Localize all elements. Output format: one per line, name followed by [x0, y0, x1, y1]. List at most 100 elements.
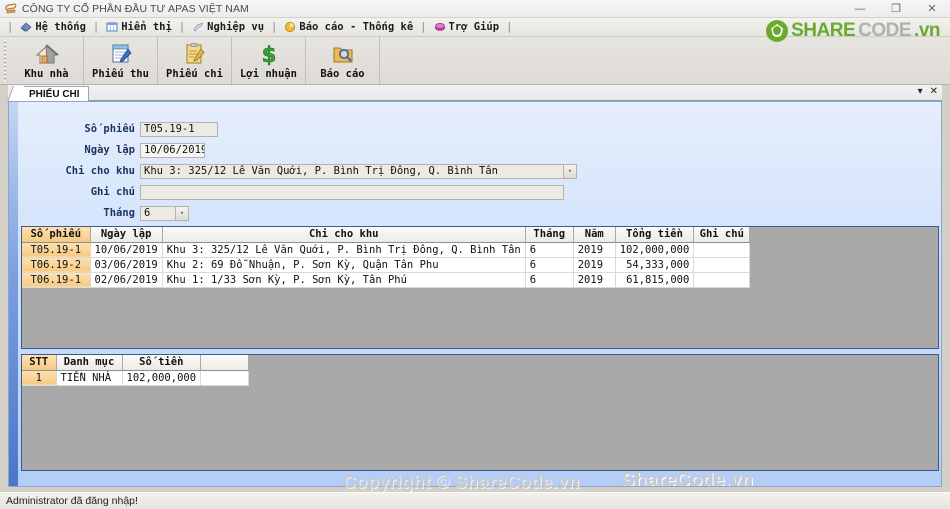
toolbar-grip[interactable] [2, 40, 9, 81]
table-cell[interactable]: 6 [525, 257, 574, 273]
system-icon [20, 21, 32, 33]
column-header[interactable]: Số tiền [122, 355, 202, 371]
table-cell[interactable] [693, 242, 751, 258]
table-cell[interactable]: 2019 [573, 242, 616, 258]
detail-grid-panel[interactable]: STT Danh mục Số tiền 1 TIỀN NHÀ 102,000,000 [21, 354, 939, 471]
toolbar-button-phieu-chi[interactable]: Phiếu chi [158, 37, 232, 84]
column-header[interactable]: Chi cho khu [162, 227, 526, 243]
table-cell[interactable]: 102,000,000 [615, 242, 695, 258]
menu-separator: | [420, 21, 427, 33]
chi-cho-khu-combobox[interactable]: Khu 3: 325/12 Lê Văn Quới, P. Bình Trị Đ… [140, 163, 564, 179]
field-row-chi-cho-khu: Chi cho khu Khu 3: 325/12 Lê Văn Quới, P… [18, 162, 941, 180]
table-cell[interactable]: 03/06/2019 [90, 257, 163, 273]
menu-separator: | [92, 21, 100, 33]
tab-phieu-chi[interactable]: PHIẾU CHI [16, 86, 89, 101]
menu-item-tro-giup[interactable]: Trợ Giúp [434, 21, 499, 33]
display-icon [106, 21, 118, 33]
form-left-accent-strip [9, 102, 18, 486]
table-cell[interactable] [693, 272, 751, 288]
column-header[interactable]: Số phiếu [22, 227, 91, 243]
tab-list-dropdown-icon[interactable]: ▾ [918, 86, 923, 97]
table-cell[interactable]: Khu 2: 69 Đỗ Nhuận, P. Sơn Kỳ, Quận Tân … [162, 257, 526, 273]
ghi-chu-input[interactable] [140, 184, 564, 200]
mdi-client-area: PHIẾU CHI ▾ ✕ Số phiếu T05.19-1 Ngày lập [0, 85, 950, 492]
table-cell[interactable]: 1 [22, 370, 57, 386]
main-grid-panel[interactable]: Số phiếu Ngày lập Chi cho khu Tháng Năm Tổng … [21, 226, 939, 349]
menu-item-nghiep-vu[interactable]: Nghiệp vụ [192, 21, 264, 33]
chevron-down-icon[interactable]: ▾ [176, 205, 189, 221]
toolbar-button-khu-nha[interactable]: Khu nhà [10, 37, 84, 84]
maximize-button[interactable]: ❐ [878, 0, 914, 18]
column-header[interactable]: Tháng [525, 227, 574, 243]
toolbar-label: Phiếu thu [92, 67, 149, 80]
table-cell[interactable]: 10/06/2019 [90, 242, 163, 258]
column-header[interactable]: Ngày lập [90, 227, 163, 243]
table-cell[interactable] [200, 370, 250, 386]
operations-icon [192, 21, 204, 33]
table-cell[interactable]: 102,000,000 [122, 370, 202, 386]
column-header[interactable] [200, 355, 250, 371]
menu-separator: | [7, 21, 14, 33]
watermark-middle: ShareCode.vn [622, 470, 754, 487]
tab-close-icon[interactable]: ✕ [930, 86, 938, 97]
close-button[interactable]: ✕ [914, 0, 950, 18]
table-cell[interactable]: 54,333,000 [615, 257, 695, 273]
title-bar: CÔNG TY CỔ PHẦN ĐẦU TƯ APAS VIỆT NAM — ❐… [0, 0, 950, 18]
table-cell[interactable]: 2019 [573, 257, 616, 273]
ngay-lap-input[interactable]: 10/06/2019 [140, 142, 205, 158]
table-row[interactable]: 1 TIỀN NHÀ 102,000,000 [22, 370, 250, 386]
logo-vn-text: .vn [914, 20, 940, 41]
table-row[interactable]: T06.19-1 02/06/2019 Khu 1: 1/33 Sơn Kỳ, P.… [22, 272, 751, 288]
table-cell[interactable]: T06.19-1 [22, 272, 91, 288]
window-title: CÔNG TY CỔ PHẦN ĐẦU TƯ APAS VIỆT NAM [22, 2, 249, 15]
logo-share-text: SHARE [791, 20, 856, 41]
field-row-ngay-lap: Ngày lập 10/06/2019 [18, 141, 941, 159]
tab-label: PHIẾU CHI [29, 88, 80, 100]
table-cell[interactable]: 6 [525, 242, 574, 258]
column-header[interactable]: STT [22, 355, 57, 371]
table-cell[interactable]: Khu 1: 1/33 Sơn Kỳ, P. Sơn Kỳ, Tân Phú [162, 272, 526, 288]
tab-strip-buttons: ▾ ✕ [918, 86, 938, 97]
column-header[interactable]: Ghi chú [693, 227, 751, 243]
svg-text:$: $ [261, 43, 276, 66]
toolbar-button-bao-cao[interactable]: Báo cáo [306, 37, 380, 84]
minimize-button[interactable]: — [842, 0, 878, 18]
detail-grid[interactable]: STT Danh mục Số tiền 1 TIỀN NHÀ 102,000,000 [22, 355, 250, 386]
menu-item-bao-cao-thong-ke[interactable]: Báo cáo - Thống kê [284, 21, 413, 33]
table-row[interactable]: T06.19-2 03/06/2019 Khu 2: 69 Đỗ Nhuận, P.… [22, 257, 751, 273]
tab-strip: PHIẾU CHI ▾ ✕ [8, 85, 942, 101]
table-cell[interactable]: 02/06/2019 [90, 272, 163, 288]
table-cell[interactable]: TIỀN NHÀ [56, 370, 123, 386]
table-cell[interactable]: Khu 3: 325/12 Lê Văn Quới, P. Bình Trị Đ… [162, 242, 526, 258]
field-label: Ngày lập [84, 144, 135, 156]
column-header[interactable]: Tổng tiền [615, 227, 695, 243]
toolbar-button-loi-nhuan[interactable]: $ Lợi nhuận [232, 37, 306, 84]
application-window: CÔNG TY CỔ PHẦN ĐẦU TƯ APAS VIỆT NAM — ❐… [0, 0, 950, 509]
table-cell[interactable]: 6 [525, 272, 574, 288]
so-phieu-input[interactable]: T05.19-1 [140, 121, 218, 137]
toolbar-label: Báo cáo [320, 67, 365, 80]
table-cell[interactable]: T06.19-2 [22, 257, 91, 273]
menu-item-hien-thi[interactable]: Hiển thị [106, 21, 172, 33]
table-cell[interactable]: 2019 [573, 272, 616, 288]
chevron-down-icon[interactable]: ▾ [564, 163, 577, 179]
table-cell[interactable] [693, 257, 751, 273]
toolbar-button-phieu-thu[interactable]: Phiếu thu [84, 37, 158, 84]
table-cell[interactable]: 61,815,000 [615, 272, 695, 288]
column-header[interactable]: Danh mục [56, 355, 123, 371]
menu-separator: | [506, 21, 513, 33]
column-header[interactable]: Năm [573, 227, 616, 243]
help-icon [434, 21, 446, 33]
menu-item-he-thong[interactable]: Hệ thống [20, 21, 86, 33]
form-body: Số phiếu T05.19-1 Ngày lập 10/06/2019 Ch… [18, 102, 941, 486]
app-icon [4, 2, 18, 15]
thang-input[interactable]: 6 [140, 205, 176, 221]
receipt-out-icon [182, 42, 208, 66]
receipt-in-icon [108, 42, 134, 66]
field-row-ghi-chu: Ghi chú [18, 183, 941, 201]
main-grid[interactable]: Số phiếu Ngày lập Chi cho khu Tháng Năm Tổng … [22, 227, 751, 288]
field-label: Chi cho khu [65, 165, 135, 177]
dollar-icon: $ [256, 42, 282, 67]
table-row[interactable]: T05.19-1 10/06/2019 Khu 3: 325/12 Lê Văn Q… [22, 242, 751, 258]
table-cell[interactable]: T05.19-1 [22, 242, 91, 258]
